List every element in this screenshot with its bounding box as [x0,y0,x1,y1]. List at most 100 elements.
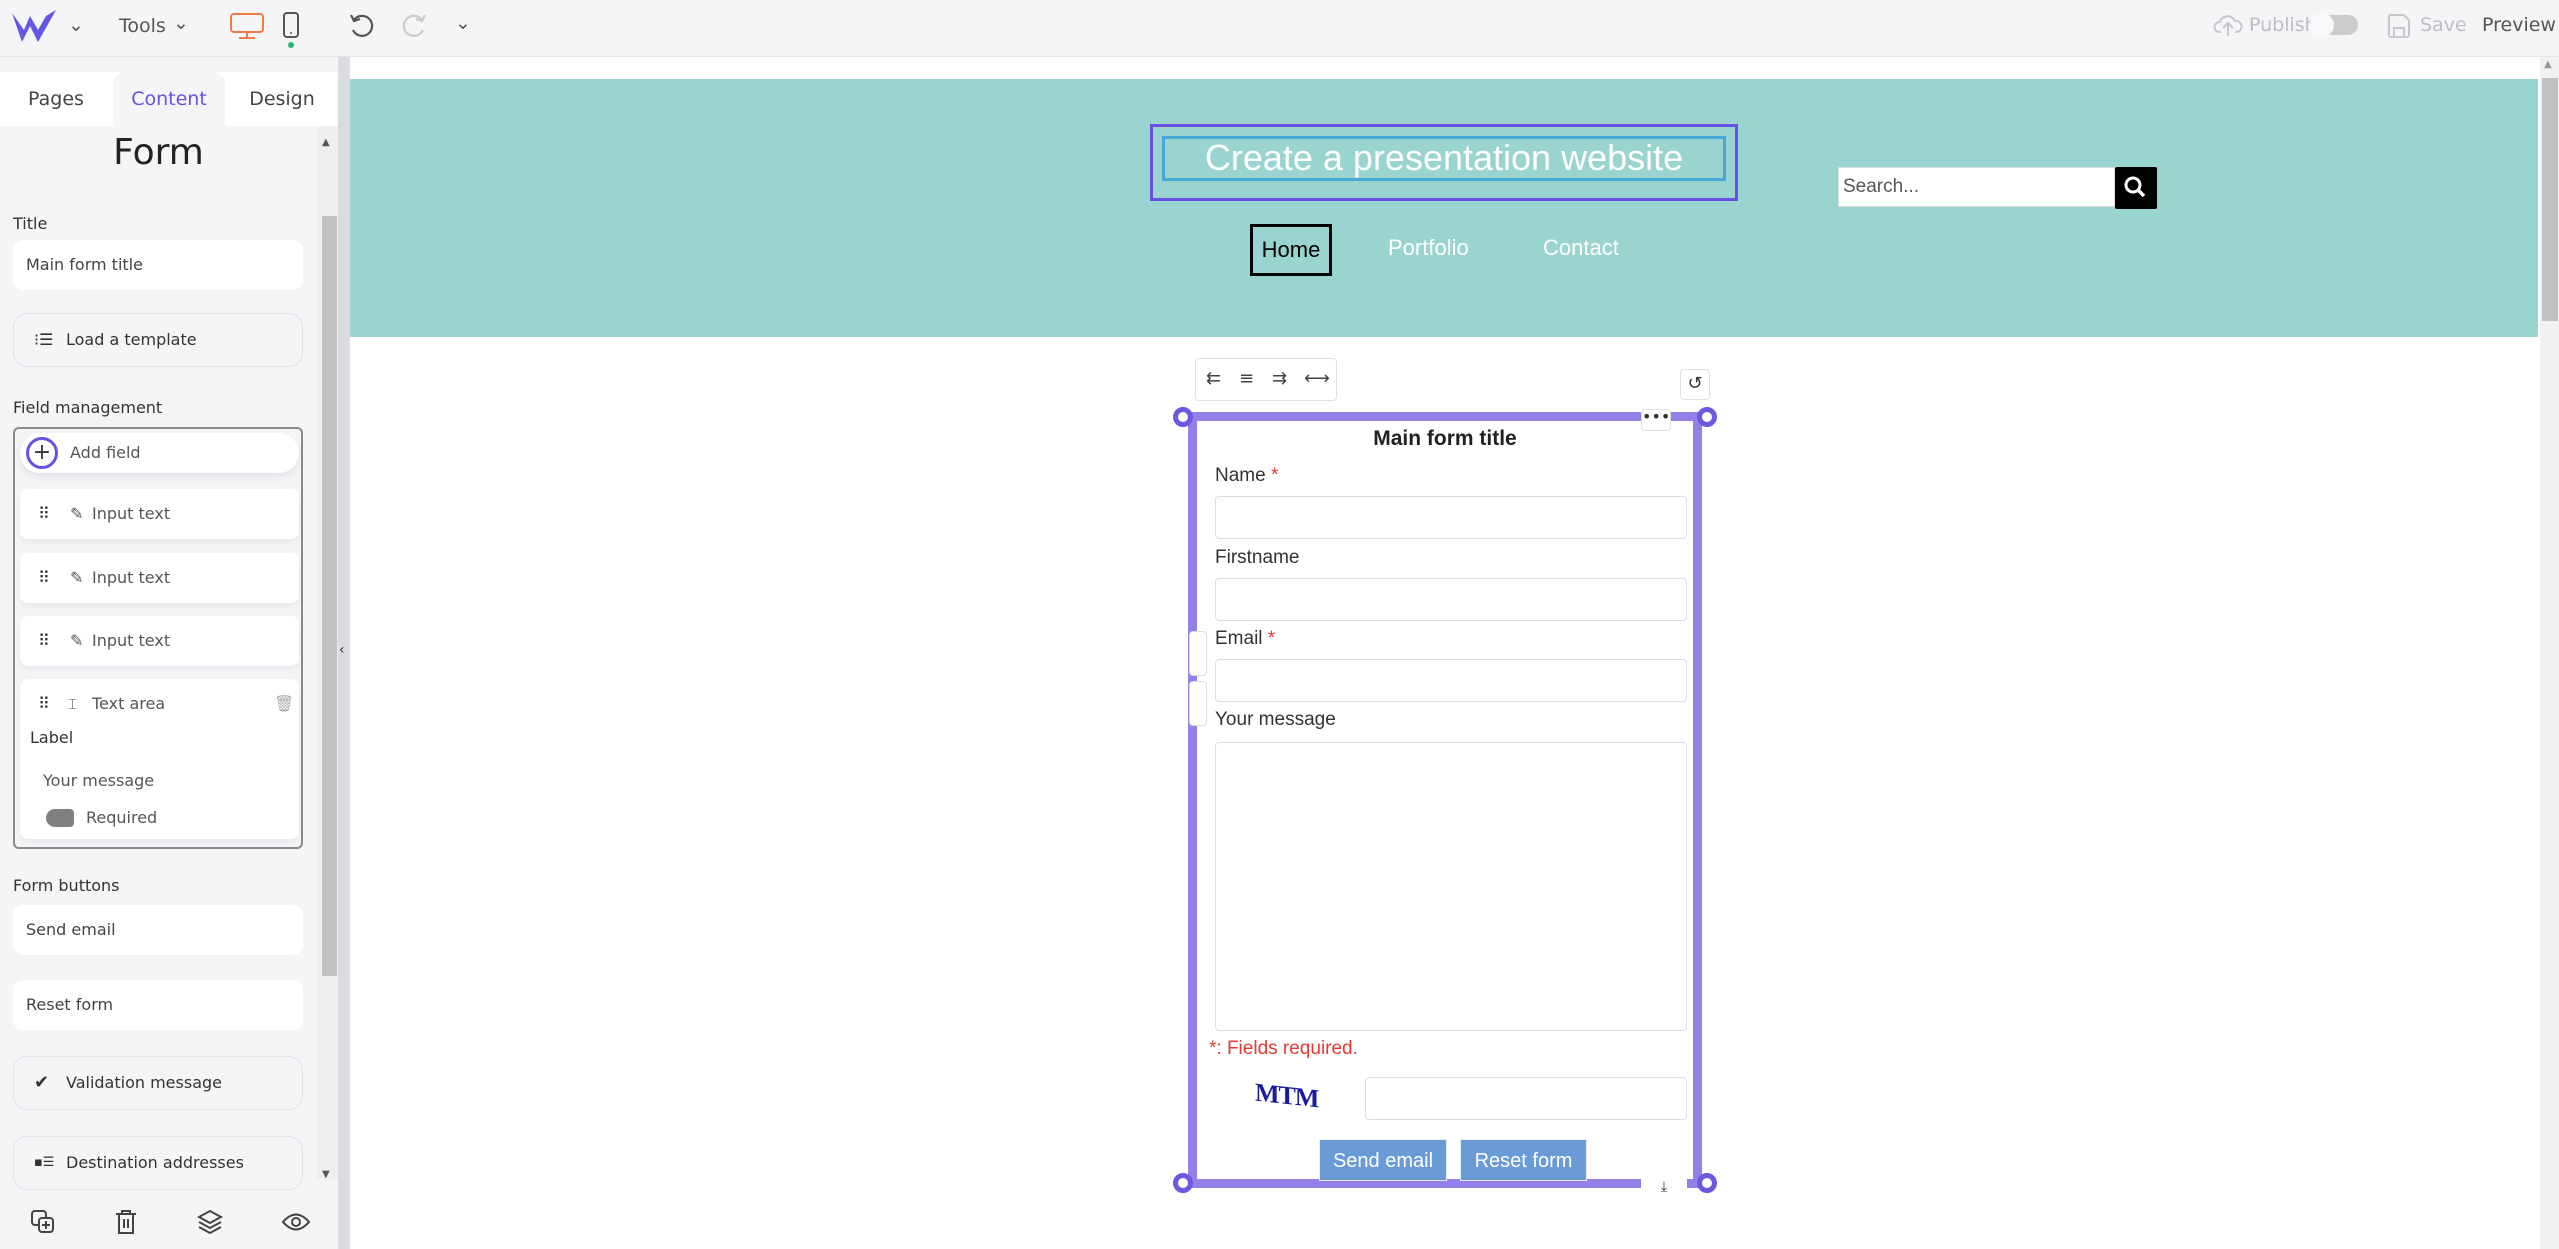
add-field-button[interactable]: + Add field [20,433,299,473]
drag-handle-icon[interactable]: ⠿ [38,553,50,603]
site-search-button[interactable] [2115,167,2157,209]
drag-handle-icon[interactable]: ⠿ [38,489,50,539]
destination-addresses-button[interactable]: ▪☰ Destination addresses [13,1136,303,1190]
publish-cloud-icon [2213,12,2243,38]
pencil-icon: ✎ [70,504,84,523]
add-field-label: Add field [70,443,141,462]
field-item[interactable]: ⠿ ✎ Input text [20,489,299,539]
reset-style-icon[interactable]: ↺ [1680,369,1710,400]
drag-handle-icon[interactable]: ⠿ [38,616,50,666]
site-search-input[interactable]: Search... [1838,167,2115,207]
reset-form-button[interactable]: Reset form [1460,1139,1587,1181]
validation-message-button[interactable]: ✔ Validation message [13,1056,303,1110]
logo-menu-chevron-icon[interactable]: ⌄ [68,14,84,36]
field-type-label: Input text [92,568,171,587]
canvas-scroll-thumb[interactable] [2542,78,2558,321]
delete-field-icon[interactable]: 🗑 [274,679,294,729]
required-toggle[interactable] [46,809,74,827]
resize-handle-top-left[interactable] [1173,407,1193,427]
full-width-icon[interactable]: ⟷ [1304,359,1330,399]
alignment-toolbar: ⇇ ≡ ⇉ ⟷ [1195,358,1337,401]
visibility-eye-icon[interactable] [282,1213,310,1231]
required-note: *: Fields required. [1209,1038,1358,1059]
site-title[interactable]: Create a presentation website [1162,136,1726,181]
resize-handle-bottom-right[interactable] [1697,1173,1717,1193]
plus-circle-icon: + [26,437,58,469]
tools-chevron-icon[interactable]: ⌄ [173,12,189,34]
undo-icon[interactable] [348,12,376,40]
tab-pages[interactable]: Pages [0,72,112,126]
delete-icon[interactable] [114,1208,138,1236]
field-management-label: Field management [13,398,163,417]
required-label: Required [86,808,158,827]
reset-button-text-input[interactable]: Reset form [13,980,303,1030]
field-item[interactable]: ⠿ ✎ Input text [20,616,299,666]
save-icon [2387,13,2411,39]
canvas-scroll-up-icon[interactable]: ▲ [2544,59,2552,70]
name-label: Name * [1215,465,1279,486]
load-template-label: Load a template [66,330,197,349]
nav-contact[interactable]: Contact [1543,235,1619,261]
form-title-input[interactable]: Main form title [13,240,303,290]
redo-icon[interactable] [400,12,428,40]
captcha-input[interactable] [1365,1077,1687,1120]
resize-handle-top-right[interactable] [1697,407,1717,427]
field-item-expanded[interactable]: ⠿ ⌶ Text area 🗑 Label Your message Requi… [20,679,299,839]
email-label: Email * [1215,628,1276,649]
top-toolbar: ⌄ Tools ⌄ ⌄ Publish Save Preview [0,0,2559,57]
list-icon: ⁝☰ [34,330,54,349]
nav-portfolio[interactable]: Portfolio [1388,235,1469,261]
pencil-icon: ✎ [70,568,84,587]
firstname-label: Firstname [1215,547,1300,568]
left-panel: Pages Content Design Form Title Main for… [0,57,338,1249]
field-type-label: Text area [92,694,166,713]
tab-content[interactable]: Content [113,72,225,126]
address-card-icon: ▪☰ [34,1155,55,1170]
panel-scroll-thumb[interactable] [322,216,337,976]
validation-message-label: Validation message [66,1073,222,1092]
field-type-label: Input text [92,631,171,650]
message-textarea[interactable] [1215,742,1687,1031]
logo-w-icon[interactable] [12,8,58,44]
tab-design[interactable]: Design [226,72,338,126]
align-right-icon[interactable]: ⇉ [1272,359,1287,399]
form-block[interactable]: ••• ⤓ Main form title Name * Firstname E… [1173,407,1717,1201]
scroll-down-arrow-icon[interactable]: ▼ [322,1169,330,1180]
send-button-text-input[interactable]: Send email [13,905,303,955]
resize-handle-bottom-left[interactable] [1173,1173,1193,1193]
desktop-view-icon[interactable] [229,12,265,40]
field-management-list: + Add field ⠿ ✎ Input text ⠿ ✎ Input tex… [13,427,303,849]
scroll-up-arrow-icon[interactable]: ▲ [322,137,330,148]
mobile-view-icon[interactable] [282,12,300,48]
collapse-panel-icon[interactable]: ‹ [339,642,345,658]
pencil-icon: ✎ [70,631,84,650]
save-button[interactable]: Save [2420,14,2467,36]
preview-button[interactable]: Preview [2482,14,2556,36]
check-icon: ✔ [34,1072,50,1093]
load-template-button[interactable]: ⁝☰ Load a template [13,313,303,367]
email-input[interactable] [1215,659,1687,702]
move-handle-bottom-icon[interactable] [1189,681,1207,726]
publish-label: Publish [2249,14,2317,36]
firstname-input[interactable] [1215,578,1687,621]
duplicate-icon[interactable] [30,1209,56,1235]
send-email-button[interactable]: Send email [1319,1139,1447,1181]
destination-addresses-label: Destination addresses [66,1153,244,1172]
panel-resize-divider[interactable]: ‹ [338,57,350,1249]
field-item[interactable]: ⠿ ✎ Input text [20,553,299,603]
move-handle-top-icon[interactable] [1189,631,1207,676]
panel-title: Form [113,132,204,173]
align-center-icon[interactable]: ≡ [1239,359,1254,399]
search-icon [2124,176,2146,198]
insert-below-icon[interactable]: ⤓ [1641,1179,1687,1201]
layers-icon[interactable] [197,1209,223,1235]
form-buttons-label: Form buttons [13,876,120,895]
align-left-icon[interactable]: ⇇ [1206,359,1221,399]
name-input[interactable] [1215,496,1687,539]
title-label: Title [13,214,48,233]
nav-home[interactable]: Home [1250,224,1332,276]
message-label: Your message [1215,709,1336,730]
tools-menu[interactable]: Tools [119,15,166,37]
history-chevron-icon[interactable]: ⌄ [455,12,471,34]
publish-toggle[interactable] [2310,13,2358,37]
